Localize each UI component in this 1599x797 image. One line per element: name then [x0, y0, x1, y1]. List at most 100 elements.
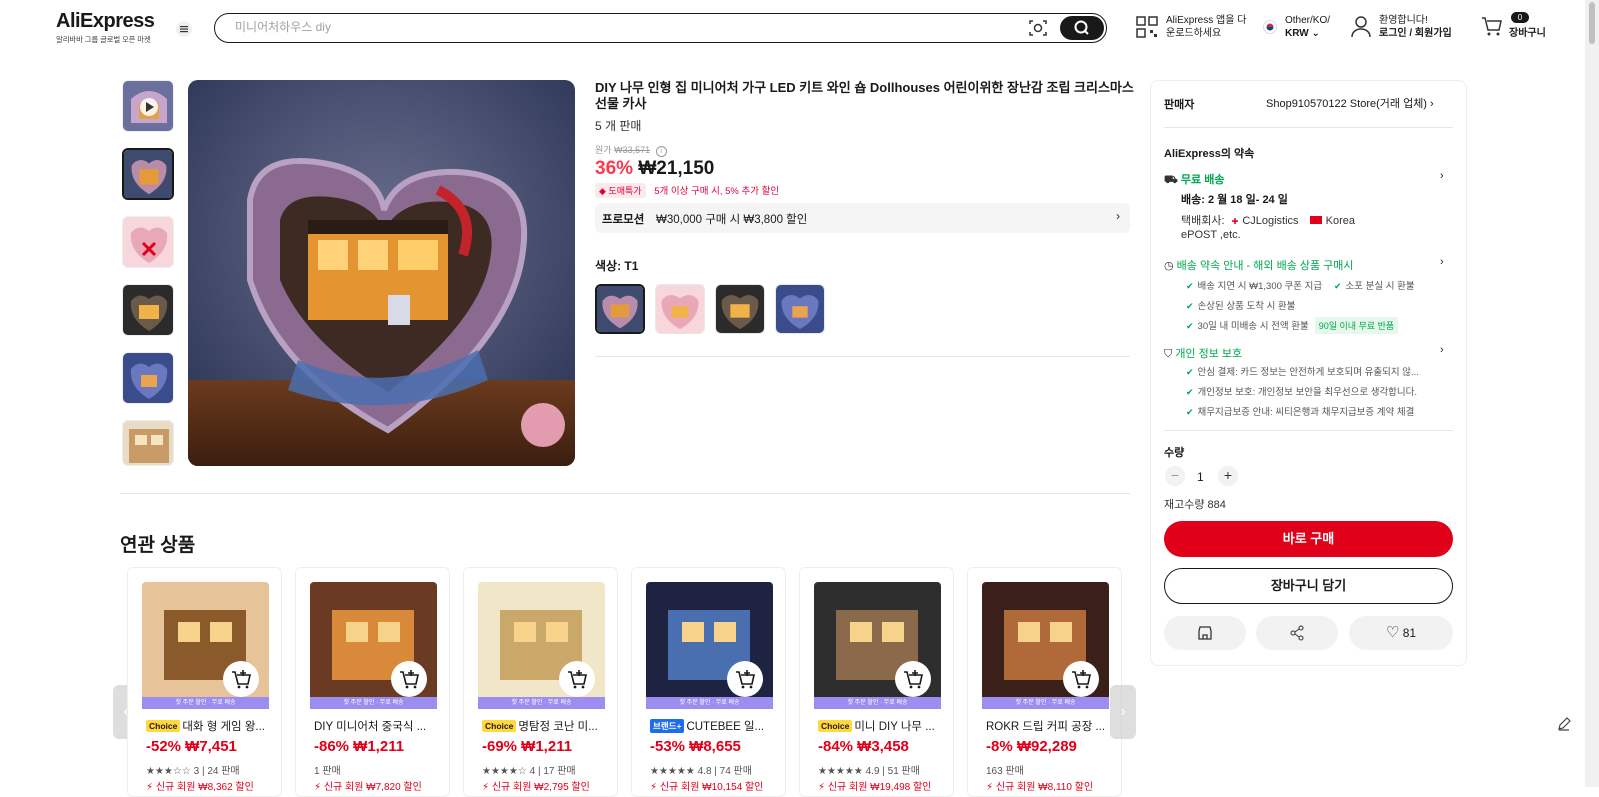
related-product-card[interactable]: 첫 주문 할인 · 무료 배송 Choice 미니 DIY 나무 ... -84% ₩…	[799, 567, 954, 797]
quantity-value[interactable]: 1	[1197, 470, 1204, 484]
privacy-row[interactable]: ⛉ 개인 정보 보호	[1164, 345, 1242, 361]
check-icon: ✔	[1186, 321, 1194, 331]
free-shipping-row[interactable]: ⛟ 무료 배송	[1164, 171, 1224, 188]
related-product-card[interactable]: 첫 주문 할인 · 무료 배송 DIY 미니어처 중국식 ... -86% ₩1,2…	[295, 567, 450, 797]
related-product-card[interactable]: 첫 주문 할인 · 무료 배송 브랜드+ CUTEBEE 일... -53% ₩8,6…	[631, 567, 786, 797]
sold-count: 5 개 판매	[595, 119, 642, 133]
search-button[interactable]	[1060, 16, 1104, 40]
color-swatch-t3[interactable]	[715, 284, 765, 334]
aliexpress-logo[interactable]: AliExpress 알리바바 그룹 글로벌 오픈 마켓	[56, 10, 155, 45]
related-product-name[interactable]: Choice 명탐정 코난 미...	[482, 718, 612, 734]
cart-plus-icon	[232, 670, 251, 689]
main-product-image[interactable]	[188, 80, 575, 466]
dp-item-1-text: 배송 지연 시 ₩1,300 쿠폰 지급	[1197, 281, 1323, 292]
product-title: DIY 나무 인형 집 미니어처 가구 LED 키트 와인 숍 Dollhous…	[595, 80, 1134, 111]
share-button[interactable]	[1256, 616, 1338, 650]
add-to-cart-quick-button[interactable]	[223, 661, 259, 697]
related-product-name-text: ROKR 드립 커피 공장 ...	[986, 721, 1106, 733]
first-order-strip: 첫 주문 할인 · 무료 배송	[814, 697, 941, 709]
menu-icon[interactable]	[175, 20, 193, 38]
locale-selector[interactable]: Other/KO/ KRW ⌄	[1263, 14, 1330, 40]
chevron-right-icon: ›	[1430, 98, 1434, 110]
related-product-name-text: 미니 DIY 나무 ...	[854, 721, 935, 733]
dp-item-2-text: 소포 분실 시 환불	[1345, 281, 1415, 292]
search-input[interactable]	[235, 20, 995, 34]
new-member-discount: ⚡ 신규 회원 ₩19,498 할인	[818, 782, 932, 793]
account-menu[interactable]: 환영합니다! 로그인 / 회원가입	[1351, 14, 1452, 40]
delivery-date: 배송: 2 월 18 일- 24 일	[1181, 194, 1288, 206]
new-member-discount-text: 신규 회원 ₩2,795 할인	[491, 782, 590, 793]
add-to-cart-quick-button[interactable]	[559, 661, 595, 697]
privacy-item-2: ✔ 개인정보 보호: 개인정보 보안을 최우선으로 생각합니다.	[1186, 384, 1417, 398]
original-price: ₩33,571	[614, 145, 651, 155]
chevron-right-icon[interactable]: ›	[1440, 170, 1444, 182]
edit-icon[interactable]	[1556, 716, 1572, 732]
app-download-line2: 운로드하세요	[1166, 28, 1222, 39]
dp-item-3-text: 손상된 상품 도착 시 환불	[1197, 301, 1296, 312]
related-product-name[interactable]: 브랜드+ CUTEBEE 일...	[650, 718, 780, 734]
related-product-card[interactable]: 첫 주문 할인 · 무료 배송 Choice 명탐정 코난 미... -69% ₩1,…	[463, 567, 618, 797]
chevron-right-icon[interactable]: ›	[1440, 256, 1444, 268]
quantity-decrease-button[interactable]: −	[1165, 466, 1185, 486]
quantity-increase-button[interactable]: +	[1218, 466, 1238, 486]
info-divider	[595, 356, 1130, 357]
new-member-discount: ⚡ 신규 회원 ₩7,820 할인	[314, 782, 422, 793]
app-download[interactable]: AliExpress 앱을 다 운로드하세요	[1136, 14, 1246, 40]
thumbnail-1[interactable]	[122, 148, 174, 200]
thumbnail-5[interactable]	[122, 420, 174, 466]
dp-item-3: ✔ 손상된 상품 도착 시 환불	[1186, 298, 1296, 312]
promotion-bar[interactable]: 프로모션 ₩30,000 구매 시 ₩3,800 할인 ›	[595, 203, 1130, 233]
page-scrollbar[interactable]	[1585, 0, 1599, 787]
cart-link[interactable]: 0 장바구니	[1481, 12, 1546, 40]
new-member-discount: ⚡ 신규 회원 ₩8,110 할인	[986, 782, 1094, 793]
add-to-cart-quick-button[interactable]	[391, 661, 427, 697]
add-to-cart-button[interactable]: 장바구니 담기	[1164, 568, 1453, 604]
thumbnail-video[interactable]	[122, 80, 174, 132]
free-shipping-label: 무료 배송	[1180, 174, 1225, 186]
related-product-name-text: 대화 형 게임 왕...	[182, 721, 265, 733]
add-to-cart-quick-button[interactable]	[895, 661, 931, 697]
sale-price: ₩21,150	[638, 158, 715, 179]
thumbnail-2[interactable]	[122, 216, 174, 268]
buy-now-button[interactable]: 바로 구매	[1164, 521, 1453, 557]
quantity-label: 수량	[1164, 447, 1185, 459]
related-product-card[interactable]: 첫 주문 할인 · 무료 배송 Choice 대화 형 게임 왕... -52% ₩7…	[127, 567, 282, 797]
seller-link[interactable]: Shop910570122 Store(거래 업체) ›	[1266, 95, 1434, 111]
cart-plus-icon	[1072, 670, 1091, 689]
camera-search-icon[interactable]	[1028, 19, 1048, 37]
welcome-text: 환영합니다!	[1379, 15, 1428, 26]
related-product-name[interactable]: Choice 미니 DIY 나무 ...	[818, 718, 948, 734]
related-product-name[interactable]: DIY 미니어처 중국식 ...	[314, 718, 444, 734]
wishlist-button[interactable]: ♡ 81	[1349, 616, 1453, 650]
related-product-price: -53% ₩8,655	[650, 738, 741, 755]
related-product-name[interactable]: ROKR 드립 커피 공장 ...	[986, 718, 1116, 734]
add-to-cart-quick-button[interactable]	[727, 661, 763, 697]
first-order-strip: 첫 주문 할인 · 무료 배송	[478, 697, 605, 709]
thumbnail-3[interactable]	[122, 284, 174, 336]
color-swatch-t2[interactable]	[655, 284, 705, 334]
check-icon: ✔	[1186, 281, 1194, 291]
search-bar	[214, 13, 1107, 43]
info-icon[interactable]: i	[655, 146, 667, 157]
related-product-price: -86% ₩1,211	[314, 738, 405, 755]
share-icon	[1290, 625, 1304, 641]
color-swatch-t4[interactable]	[775, 284, 825, 334]
search-icon	[1074, 20, 1089, 35]
promise-title: AliExpress의 약속	[1164, 148, 1255, 160]
original-price-row: 원가 ₩33,571 i	[595, 143, 667, 157]
store-button[interactable]	[1164, 616, 1246, 650]
related-product-name[interactable]: Choice 대화 형 게임 왕...	[146, 718, 276, 734]
thumbnail-5-image	[123, 421, 173, 465]
color-swatch-t1[interactable]	[595, 284, 645, 334]
scrollbar-thumb[interactable]	[1589, 2, 1595, 44]
privacy-item-3-text: 채무지급보증 안내: 씨티은행과 채무지급보증 계약 체결	[1197, 407, 1415, 418]
cart-label: 장바구니	[1509, 28, 1546, 39]
related-product-card[interactable]: 첫 주문 할인 · 무료 배송 ROKR 드립 커피 공장 ... -8% ₩92,…	[967, 567, 1122, 797]
carrier-cj: CJLogistics	[1242, 215, 1299, 227]
delivery-promise-row[interactable]: ◷ 배송 약속 안내 - 해외 배송 상품 구매시	[1164, 257, 1354, 273]
add-to-cart-quick-button[interactable]	[1063, 661, 1099, 697]
thumbnail-4[interactable]	[122, 352, 174, 404]
dp-item-4: ✔ 30일 내 미배송 시 전액 환불 90일 이내 무료 반품	[1186, 317, 1399, 334]
carousel-next-button[interactable]: ›	[1110, 685, 1136, 739]
chevron-right-icon[interactable]: ›	[1440, 344, 1444, 356]
